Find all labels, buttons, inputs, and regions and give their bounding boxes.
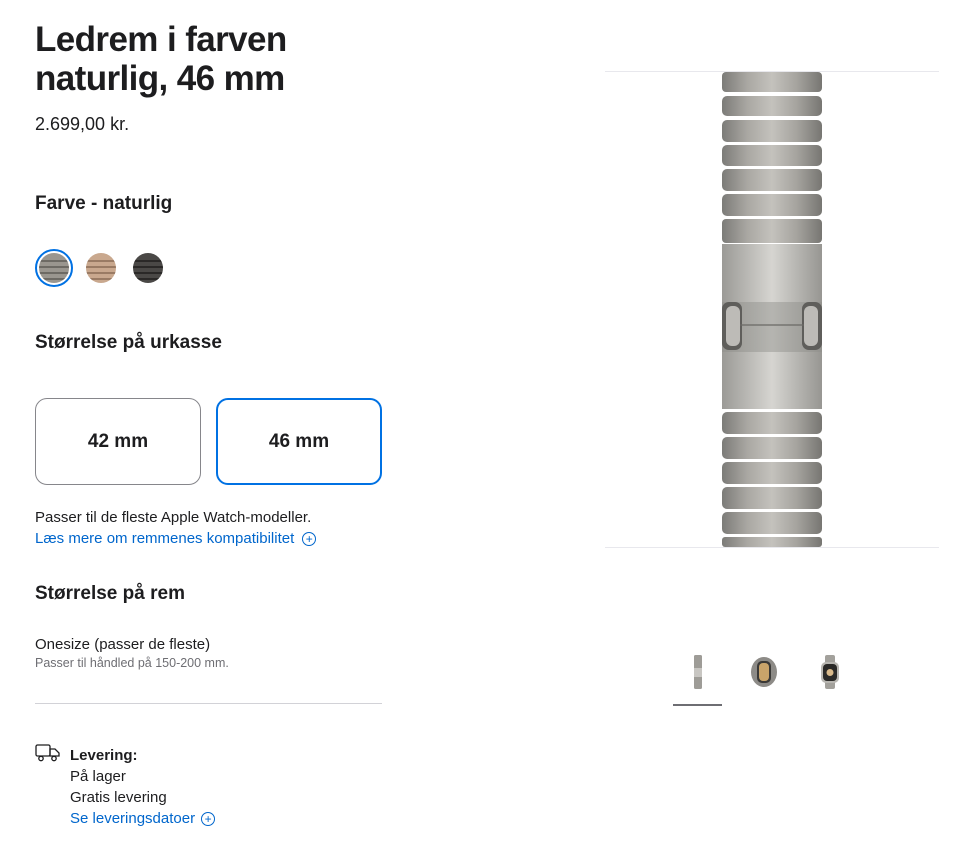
swatch-natural[interactable]: [35, 249, 73, 287]
swatch-slate[interactable]: [129, 249, 167, 287]
divider: [35, 703, 382, 704]
band-size-note: Passer til håndled på 150-200 mm.: [35, 656, 229, 670]
plus-circle-icon: +: [201, 811, 216, 826]
thumbnail-band[interactable]: [673, 652, 722, 706]
delivery-stock: På lager: [70, 768, 126, 785]
product-title: Ledrem i farven naturlig, 46 mm: [35, 20, 287, 98]
swatch-gold-fill: [86, 253, 116, 283]
color-heading: Farve - naturlig: [35, 193, 173, 214]
swatch-slate-fill: [133, 253, 163, 283]
product-price: 2.699,00 kr.: [35, 114, 130, 134]
case-size-42-button[interactable]: 42 mm: [35, 398, 201, 485]
gallery-bottom-divider: [605, 547, 939, 548]
delivery-shipping: Gratis levering: [70, 789, 167, 806]
color-swatches: [35, 249, 176, 287]
compatibility-link-label: Læs mere om remmenes kompatibilitet: [35, 530, 295, 547]
delivery-dates-link[interactable]: Se leveringsdatoer +: [70, 808, 216, 829]
gallery-thumbnails: [673, 652, 871, 706]
delivery-info: Levering: På lager Gratis levering Se le…: [70, 745, 216, 829]
case-size-46-button[interactable]: 46 mm: [216, 398, 382, 485]
plus-circle-icon: +: [302, 531, 317, 546]
compatibility-text: Passer til de fleste Apple Watch-modelle…: [35, 509, 312, 526]
compatibility-link[interactable]: Læs mere om remmenes kompatibilitet +: [35, 530, 317, 547]
truck-icon: [35, 743, 61, 768]
thumbnail-watch-side[interactable]: [739, 652, 788, 692]
case-size-heading: Størrelse på urkasse: [35, 332, 222, 353]
band-size-heading: Størrelse på rem: [35, 583, 185, 604]
band-size-value: Onesize (passer de fleste): [35, 636, 211, 653]
thumbnail-watch-front[interactable]: [805, 652, 854, 692]
product-image-band: [720, 72, 824, 547]
swatch-natural-fill: [39, 253, 69, 283]
swatch-gold[interactable]: [82, 249, 120, 287]
delivery-dates-label: Se leveringsdatoer: [70, 810, 196, 827]
delivery-label: Levering:: [70, 747, 138, 764]
